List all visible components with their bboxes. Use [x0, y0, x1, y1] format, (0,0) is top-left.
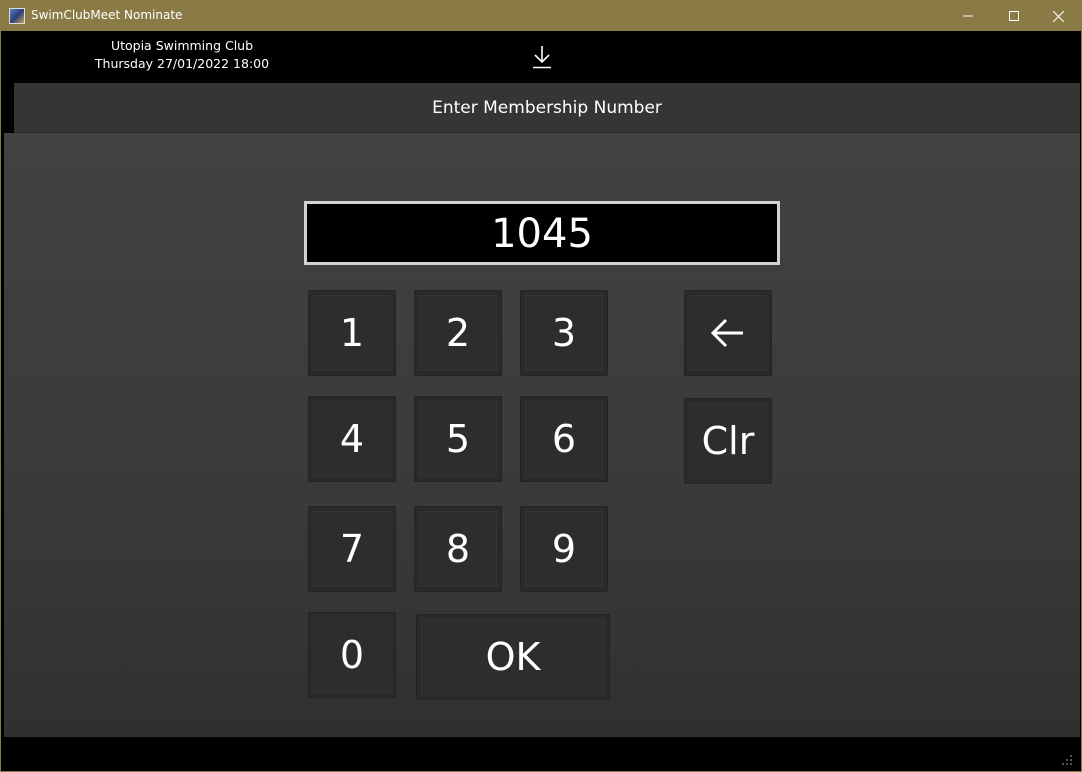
- app-window: SwimClubMeet Nominate Utopia Swimming Cl…: [0, 0, 1082, 772]
- maximize-button[interactable]: [991, 1, 1037, 31]
- key-8-button[interactable]: 8: [414, 506, 502, 592]
- key-7-button[interactable]: 7: [308, 506, 396, 592]
- session-datetime: Thursday 27/01/2022 18:00: [94, 56, 270, 71]
- backspace-button[interactable]: [684, 290, 772, 376]
- app-logo-icon: [9, 8, 25, 24]
- key-4-button[interactable]: 4: [308, 396, 396, 482]
- clear-button[interactable]: Clr: [684, 398, 772, 484]
- minimize-button[interactable]: [945, 1, 991, 31]
- key-5-button[interactable]: 5: [414, 396, 502, 482]
- close-icon: [1052, 10, 1064, 22]
- membership-number-display: 1045: [304, 201, 780, 265]
- key-0-button[interactable]: 0: [308, 612, 396, 698]
- backspace-arrow-icon: [710, 318, 743, 348]
- key-6-button[interactable]: 6: [520, 396, 608, 482]
- close-button[interactable]: [1035, 1, 1081, 31]
- window-title: SwimClubMeet Nominate: [31, 8, 183, 22]
- heading-strip: Enter Membership Number: [14, 83, 1080, 133]
- minimize-icon: [963, 15, 973, 17]
- title-bar[interactable]: SwimClubMeet Nominate: [1, 1, 1081, 31]
- ok-button[interactable]: OK: [416, 614, 610, 700]
- maximize-icon: [1009, 11, 1019, 21]
- status-bar: [1, 737, 1081, 771]
- download-button[interactable]: [529, 43, 555, 71]
- club-name: Utopia Swimming Club: [110, 38, 254, 53]
- key-9-button[interactable]: 9: [520, 506, 608, 592]
- resize-grip-icon[interactable]: [1061, 751, 1073, 765]
- key-2-button[interactable]: 2: [414, 290, 502, 376]
- download-icon: [533, 46, 551, 69]
- key-1-button[interactable]: 1: [308, 290, 396, 376]
- key-3-button[interactable]: 3: [520, 290, 608, 376]
- page-title: Enter Membership Number: [432, 98, 662, 118]
